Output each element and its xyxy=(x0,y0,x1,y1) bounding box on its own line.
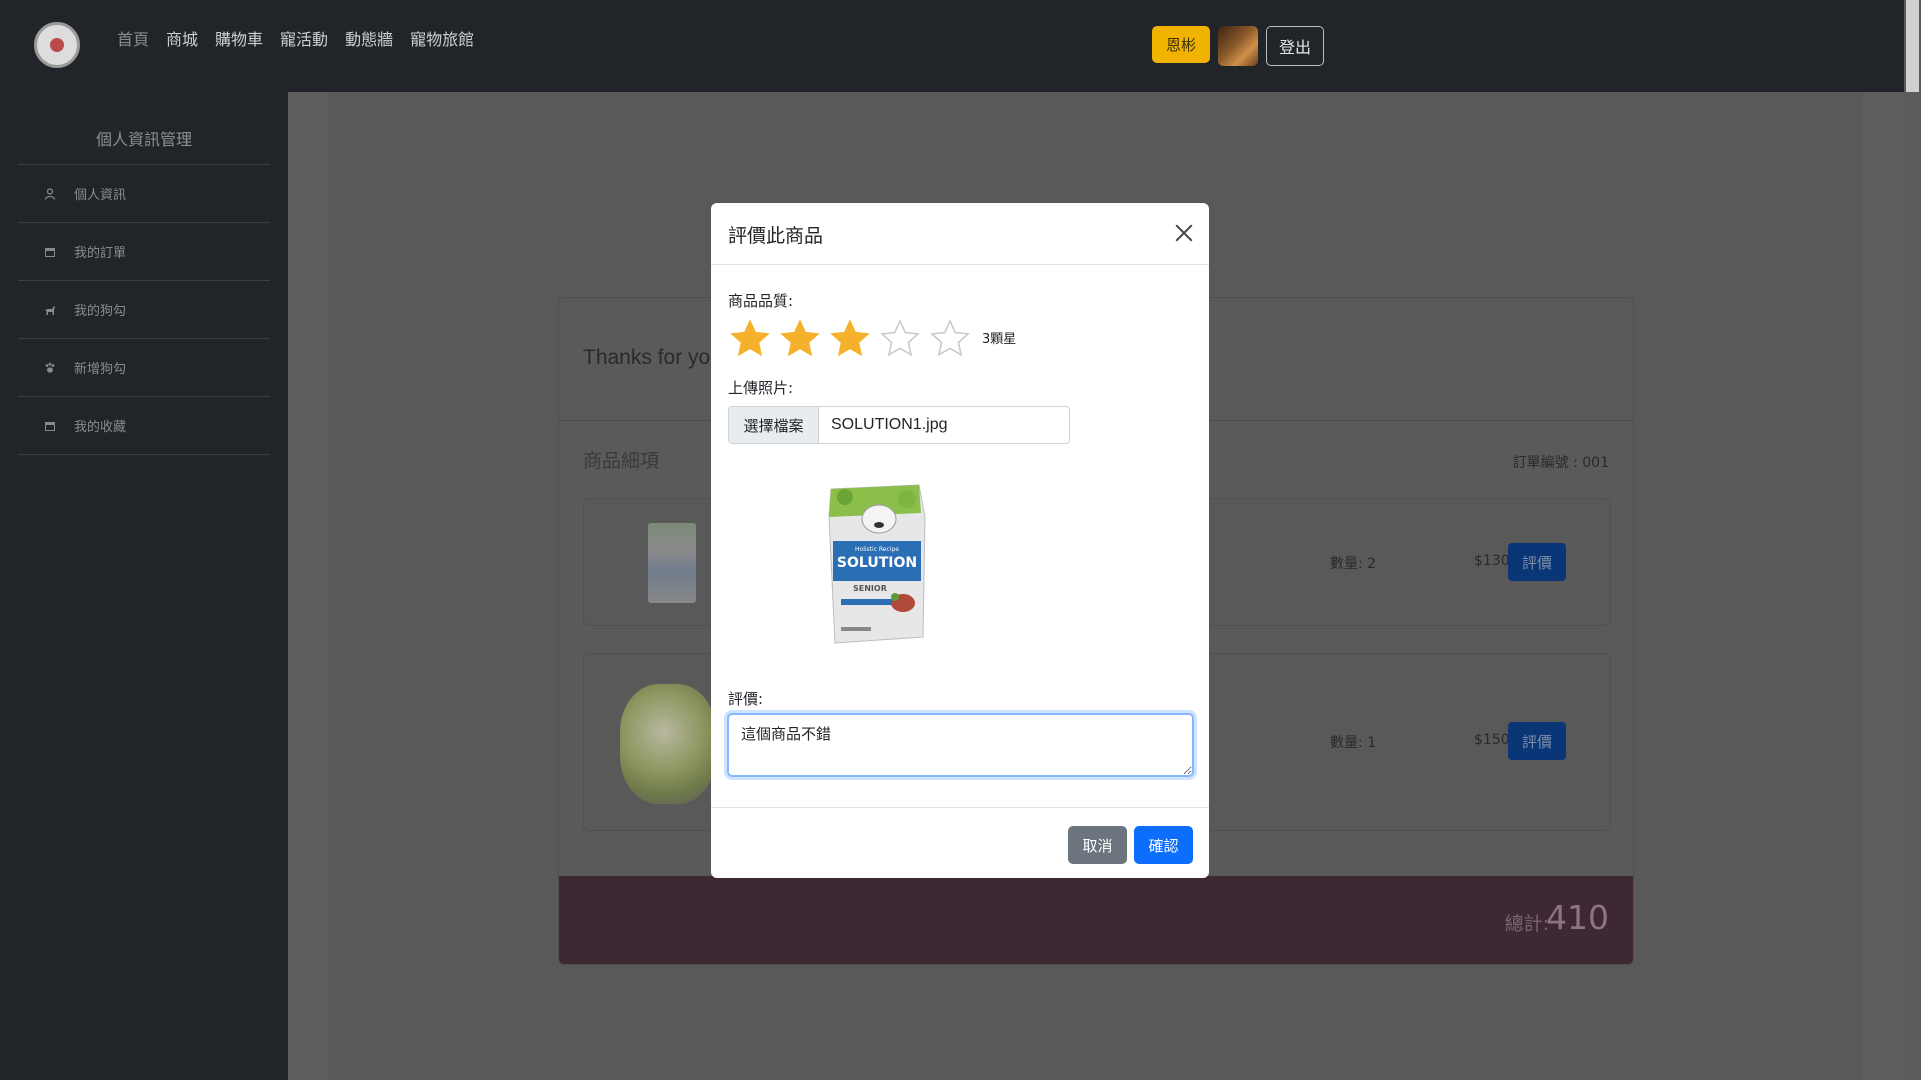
review-modal: 評價此商品 商品品質: 3顆星 上傳照片: 選擇檔案 SOLUTION1.jpg… xyxy=(711,203,1209,878)
modal-title: 評價此商品 xyxy=(728,225,824,247)
dog-icon xyxy=(44,304,56,316)
avatar[interactable] xyxy=(1218,26,1258,66)
total-value: 410 xyxy=(1546,898,1609,937)
item-quantity: 數量: 1 xyxy=(1330,735,1377,751)
sidebar-item-label: 個人資訊 xyxy=(74,188,127,203)
modal-header: 評價此商品 xyxy=(711,203,1209,265)
preview-brand: SOLUTION xyxy=(837,555,917,571)
sidebar-item-add-dog[interactable]: 新增狗勾 xyxy=(18,339,270,397)
sidebar-title: 個人資訊管理 xyxy=(95,130,192,149)
product-thumbnail xyxy=(648,523,696,603)
order-number: 訂單編號 : 001 xyxy=(1512,455,1609,471)
rating-text: 3顆星 xyxy=(982,331,1017,347)
upload-label: 上傳照片: xyxy=(728,379,794,397)
star-rating: 3顆星 xyxy=(728,318,1016,356)
nav-links: 首頁 商城 購物車 寵活動 動態牆 寵物旅館 xyxy=(117,26,474,50)
user-icon xyxy=(44,187,56,200)
sidebar-item-label: 我的收藏 xyxy=(74,420,127,435)
calendar-icon xyxy=(44,246,56,258)
nav-link-pet-hotel[interactable]: 寵物旅館 xyxy=(410,26,474,50)
file-name: SOLUTION1.jpg xyxy=(831,416,948,433)
review-label: 評價: xyxy=(728,690,764,708)
product-preview-image: Holistic Recipe SOLUTION SENIOR xyxy=(828,484,926,644)
logout-button[interactable]: 登出 xyxy=(1266,26,1324,66)
item-price: $130 xyxy=(1474,553,1510,569)
user-name-button[interactable]: 恩彬 xyxy=(1152,26,1210,63)
total-label: 總計: xyxy=(1504,913,1549,935)
sidebar-item-profile[interactable]: 個人資訊 xyxy=(18,165,270,223)
nav-link-feed[interactable]: 動態牆 xyxy=(345,26,393,50)
sidebar-item-label: 我的訂單 xyxy=(74,246,127,261)
order-total-bar: 總計: 410 xyxy=(559,876,1633,964)
product-thumbnail xyxy=(620,684,716,804)
nav-link-shop[interactable]: 商城 xyxy=(166,26,198,50)
confirm-button[interactable]: 確認 xyxy=(1134,826,1193,864)
page-scrollbar[interactable] xyxy=(1904,0,1921,1080)
rate-button[interactable]: 評價 xyxy=(1508,543,1566,581)
star-icon[interactable] xyxy=(828,318,872,356)
sidebar-item-label: 我的狗勾 xyxy=(74,304,127,319)
sidebar-item-favorites[interactable]: 我的收藏 xyxy=(18,397,270,455)
review-textarea[interactable]: 這個商品不錯 xyxy=(727,713,1194,777)
nav-link-events[interactable]: 寵活動 xyxy=(280,26,328,50)
top-navbar: 首頁 商城 購物車 寵活動 動態牆 寵物旅館 恩彬 登出 xyxy=(0,0,1904,92)
star-icon[interactable] xyxy=(778,318,822,356)
preview-tagline: Holistic Recipe xyxy=(855,546,899,553)
thanks-message: Thanks for yo xyxy=(583,346,711,369)
star-icon[interactable] xyxy=(728,318,772,356)
sidebar-item-my-dogs[interactable]: 我的狗勾 xyxy=(18,281,270,339)
brand-logo[interactable] xyxy=(34,22,80,68)
calendar-icon xyxy=(44,420,56,432)
star-icon[interactable] xyxy=(928,318,972,356)
sidebar-item-orders[interactable]: 我的訂單 xyxy=(18,223,270,281)
paw-icon xyxy=(44,362,56,374)
item-quantity: 數量: 2 xyxy=(1330,556,1377,572)
items-title: 商品細項 xyxy=(583,450,660,472)
nav-link-cart[interactable]: 購物車 xyxy=(215,26,263,50)
sidebar-item-label: 新增狗勾 xyxy=(74,362,127,377)
item-price: $150 xyxy=(1474,732,1510,748)
nav-link-home[interactable]: 首頁 xyxy=(117,26,149,50)
sidebar: 個人資訊管理 個人資訊 我的訂單 我的狗勾 新增狗勾 我的收藏 xyxy=(0,92,288,1080)
sidebar-menu: 個人資訊 我的訂單 我的狗勾 新增狗勾 我的收藏 xyxy=(18,165,270,455)
preview-variant: SENIOR xyxy=(853,584,887,593)
choose-file-button[interactable]: 選擇檔案 xyxy=(729,407,819,443)
scrollbar-thumb[interactable] xyxy=(1906,0,1919,92)
close-icon[interactable] xyxy=(1171,220,1197,246)
quality-label: 商品品質: xyxy=(728,292,794,310)
rate-button[interactable]: 評價 xyxy=(1508,722,1566,760)
file-upload-input[interactable]: 選擇檔案 SOLUTION1.jpg xyxy=(728,406,1070,444)
star-icon[interactable] xyxy=(878,318,922,356)
cancel-button[interactable]: 取消 xyxy=(1068,826,1127,864)
modal-footer: 取消 確認 xyxy=(711,807,1209,878)
